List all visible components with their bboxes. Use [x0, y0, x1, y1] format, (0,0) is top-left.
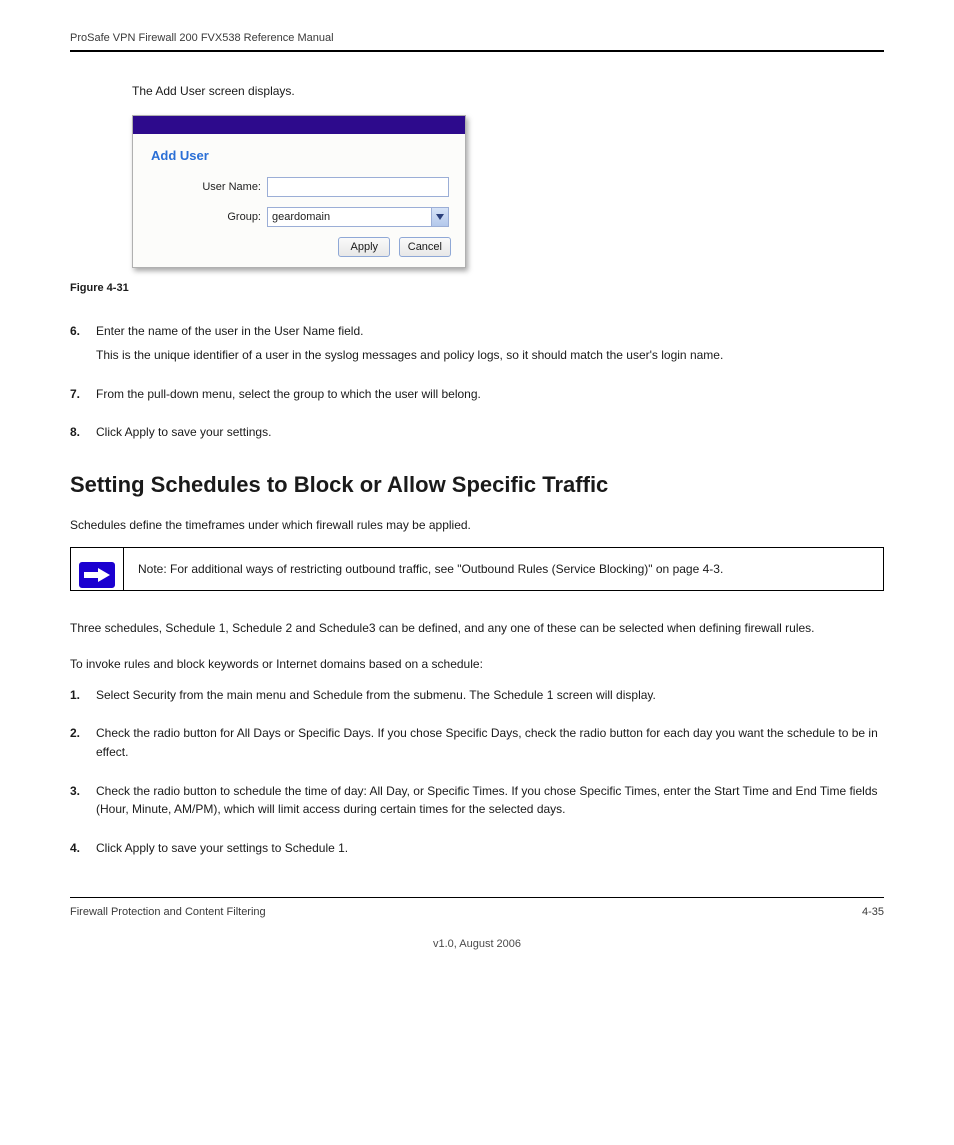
header-left: ProSafe VPN Firewall 200 FVX538 Referenc…: [70, 32, 334, 44]
section-intro: Schedules define the timeframes under wh…: [70, 516, 884, 535]
apply-button[interactable]: Apply: [338, 237, 390, 257]
step-number: 1.: [70, 686, 96, 705]
footer-version-row: v1.0, August 2006: [70, 938, 884, 970]
procedure-list: 1. Select Security from the main menu an…: [70, 686, 884, 858]
step-number: 2.: [70, 724, 96, 761]
intro-text: The Add User screen displays.: [132, 82, 884, 101]
procedure-item: 2. Check the radio button for All Days o…: [70, 724, 884, 761]
step-text: Enter the name of the user in the User N…: [96, 322, 723, 341]
page-header: ProSafe VPN Firewall 200 FVX538 Referenc…: [70, 32, 884, 50]
group-select[interactable]: geardomain: [267, 207, 449, 227]
step-item: 7. From the pull-down menu, select the g…: [70, 385, 884, 404]
header-rule: [70, 50, 884, 52]
body-paragraph: Three schedules, Schedule 1, Schedule 2 …: [70, 619, 884, 638]
arrow-right-icon: [79, 562, 115, 588]
dialog-titlebar: [133, 116, 465, 134]
cancel-button[interactable]: Cancel: [399, 237, 451, 257]
footer-right: 4-35: [862, 906, 884, 918]
procedure-item: 1. Select Security from the main menu an…: [70, 686, 884, 705]
username-label: User Name:: [147, 181, 267, 193]
step-item: 6. Enter the name of the user in the Use…: [70, 322, 884, 365]
group-row: Group: geardomain: [147, 207, 451, 227]
group-select-value: geardomain: [268, 211, 431, 223]
step-text: From the pull-down menu, select the grou…: [96, 385, 481, 404]
footer-left: Firewall Protection and Content Filterin…: [70, 906, 266, 918]
page-footer: Firewall Protection and Content Filterin…: [70, 906, 884, 938]
step-text: Click Apply to save your settings to Sch…: [96, 839, 348, 858]
step-text: Select Security from the main menu and S…: [96, 686, 656, 705]
dialog-buttons: Apply Cancel: [147, 237, 451, 257]
step-text: Click Apply to save your settings.: [96, 423, 271, 442]
procedure-item: 3. Check the radio button to schedule th…: [70, 782, 884, 819]
chevron-down-icon[interactable]: [431, 208, 448, 226]
note-text: Note: For additional ways of restricting…: [124, 548, 737, 590]
footer-rule: [70, 897, 884, 898]
add-user-dialog: Add User User Name: Group: geardomain Ap…: [132, 115, 466, 268]
step-number: 7.: [70, 385, 96, 404]
step-item: 8. Click Apply to save your settings.: [70, 423, 884, 442]
username-input[interactable]: [267, 177, 449, 197]
steps-list: 6. Enter the name of the user in the Use…: [70, 322, 884, 442]
procedure-intro: To invoke rules and block keywords or In…: [70, 655, 884, 674]
step-text: This is the unique identifier of a user …: [96, 346, 723, 365]
username-row: User Name:: [147, 177, 451, 197]
dialog-heading: Add User: [151, 148, 451, 163]
step-number: 4.: [70, 839, 96, 858]
step-number: 8.: [70, 423, 96, 442]
step-text: Check the radio button to schedule the t…: [96, 782, 884, 819]
figure-caption: Figure 4-31: [70, 282, 884, 294]
group-label: Group:: [147, 211, 267, 223]
step-number: 6.: [70, 322, 96, 365]
step-number: 3.: [70, 782, 96, 819]
section-heading: Setting Schedules to Block or Allow Spec…: [70, 472, 884, 498]
note-box: Note: For additional ways of restricting…: [70, 547, 884, 591]
note-icon-cell: [71, 548, 123, 590]
procedure-item: 4. Click Apply to save your settings to …: [70, 839, 884, 858]
step-text: Check the radio button for All Days or S…: [96, 724, 884, 761]
footer-version: v1.0, August 2006: [433, 938, 521, 950]
